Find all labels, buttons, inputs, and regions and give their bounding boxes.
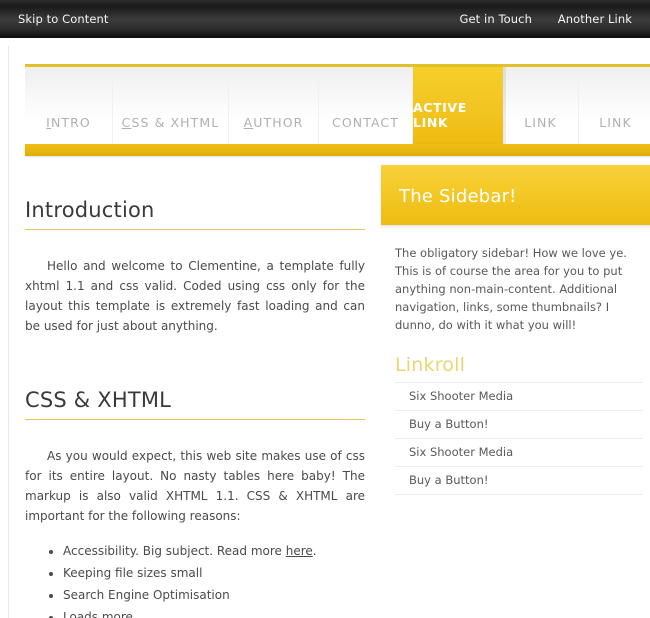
nav-tab-author-label: UTHOR: [253, 115, 304, 130]
list-item-text: Keeping file sizes small: [63, 566, 203, 580]
list-item-text: Accessibility. Big subject. Read more: [63, 544, 286, 558]
primary-navigation: I NTRO C SS & XHTML A UTHOR CONTACT ACTIVE …: [25, 64, 650, 156]
list-item: Buy a Button!: [395, 411, 643, 439]
nav-tab-author-accesskey: A: [243, 115, 254, 130]
nav-tab-intro[interactable]: I NTRO: [25, 67, 113, 144]
top-link-another-link[interactable]: Another Link: [558, 12, 632, 26]
linkroll-link-4[interactable]: Buy a Button!: [395, 467, 643, 494]
main-content-column: Introduction Hello and welcome to Clemen…: [25, 198, 365, 618]
list-item: Search Engine Optimisation: [63, 584, 365, 606]
linkroll-list: Six Shooter Media Buy a Button! Six Shoo…: [395, 382, 643, 495]
linkroll-link-3[interactable]: Six Shooter Media: [395, 439, 643, 466]
list-item: Loads more: [63, 606, 365, 618]
sidebar-title: The Sidebar!: [399, 186, 517, 207]
nav-tab-contact[interactable]: CONTACT: [319, 67, 413, 144]
nav-tab-active-link-label: ACTIVE LINK: [413, 100, 467, 130]
nav-tab-active-link[interactable]: ACTIVE LINK: [413, 67, 506, 144]
linkroll-link-2[interactable]: Buy a Button!: [395, 411, 643, 438]
nav-tab-intro-label: NTRO: [50, 115, 91, 130]
sidebar-linkroll-heading: Linkroll: [395, 354, 466, 376]
nav-tab-list: I NTRO C SS & XHTML A UTHOR CONTACT ACTIVE …: [25, 67, 650, 144]
list-item: Keeping file sizes small: [63, 562, 365, 584]
list-item-text-after: .: [312, 544, 317, 558]
nav-tab-link-1[interactable]: LINK: [503, 67, 579, 144]
linkroll-link-1[interactable]: Six Shooter Media: [395, 383, 643, 410]
nav-tab-author[interactable]: A UTHOR: [229, 67, 319, 144]
top-utility-links: Get in Touch Another Link: [437, 12, 632, 26]
nav-tab-link-1-label: LINK: [524, 115, 557, 130]
section-paragraph-css-xhtml: As you would expect, this web site makes…: [25, 449, 365, 523]
section-heading-introduction: Introduction: [25, 198, 365, 230]
nav-tab-css-xhtml[interactable]: C SS & XHTML: [113, 67, 229, 144]
nav-tab-css-xhtml-label: SS & XHTML: [131, 115, 220, 130]
list-item-text: Search Engine Optimisation: [63, 588, 230, 602]
list-item: Six Shooter Media: [395, 383, 643, 411]
nav-tab-css-xhtml-accesskey: C: [121, 115, 132, 130]
list-item: Six Shooter Media: [395, 439, 643, 467]
skip-to-content-link[interactable]: Skip to Content: [18, 12, 109, 26]
sidebar-header-banner: The Sidebar!: [381, 165, 650, 225]
top-link-get-in-touch[interactable]: Get in Touch: [459, 12, 532, 26]
section-heading-css-xhtml: CSS & XHTML: [25, 388, 365, 420]
top-utility-bar: Skip to Content Get in Touch Another Lin…: [0, 0, 650, 38]
nav-tab-contact-label: CONTACT: [332, 115, 399, 130]
list-item: Buy a Button!: [395, 467, 643, 495]
page-shell: I NTRO C SS & XHTML A UTHOR CONTACT ACTIVE …: [8, 46, 650, 618]
list-item-text: Loads more: [63, 610, 133, 618]
section-paragraph-introduction: Hello and welcome to Clementine, a templ…: [25, 259, 365, 333]
nav-bottom-accent-bar: [25, 144, 650, 156]
list-item: Accessibility. Big subject. Read more he…: [63, 540, 365, 562]
page-background: I NTRO C SS & XHTML A UTHOR CONTACT ACTIVE …: [0, 38, 650, 618]
benefits-list: Accessibility. Big subject. Read more he…: [25, 540, 365, 618]
accessibility-here-link[interactable]: here: [286, 544, 313, 558]
nav-tab-link-2[interactable]: LINK: [579, 67, 650, 144]
top-utility-bar-inner: Skip to Content Get in Touch Another Lin…: [0, 0, 650, 38]
nav-tab-link-2-label: LINK: [599, 115, 632, 130]
sidebar-body: The obligatory sidebar! How we love ye. …: [395, 244, 643, 495]
sidebar-intro-paragraph: The obligatory sidebar! How we love ye. …: [395, 246, 627, 332]
